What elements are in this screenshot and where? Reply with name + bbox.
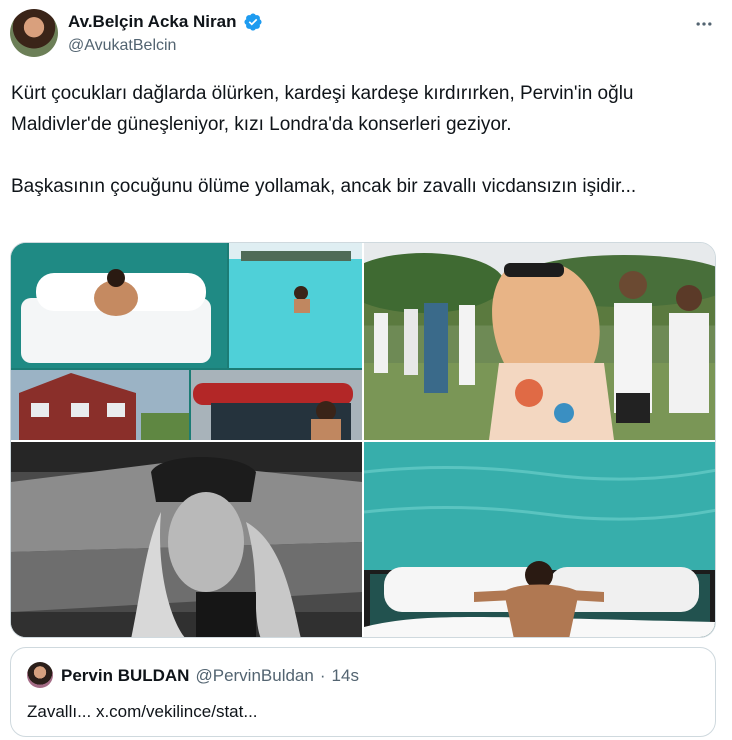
photo-collage-bed-pool-car[interactable] [11, 243, 362, 440]
quoted-author-row: Pervin BULDAN @PervinBuldan · 14s [61, 666, 359, 686]
tweet-paragraph-2: Başkasının çocuğunu ölüme yollamak, anca… [11, 176, 637, 197]
more-options-icon[interactable] [690, 10, 718, 38]
tweet-text: Kürt çocukları dağlarda ölürken, kardeşi… [11, 78, 711, 202]
tweet-card: Av.Belçin Acka Niran @AvukatBelcin Kürt … [0, 0, 732, 740]
tweet-paragraph-1: Kürt çocukları dağlarda ölürken, kardeşi… [11, 83, 634, 135]
quoted-timestamp[interactable]: 14s [332, 666, 359, 686]
author-handle[interactable]: @AvukatBelcin [68, 37, 176, 55]
author-name-row: Av.Belçin Acka Niran [68, 12, 263, 32]
quoted-author-avatar[interactable] [27, 662, 53, 688]
quoted-separator: · [319, 666, 326, 685]
quoted-author-handle[interactable]: @PervinBuldan [195, 666, 313, 686]
photo-man-on-floating-bed[interactable] [364, 442, 715, 637]
quoted-tweet[interactable]: Pervin BULDAN @PervinBuldan · 14s Zavall… [10, 647, 716, 737]
tweet-header: Av.Belçin Acka Niran @AvukatBelcin [0, 0, 732, 72]
verified-badge-icon [243, 13, 262, 31]
author-avatar[interactable] [10, 9, 58, 57]
quoted-author-name[interactable]: Pervin BULDAN [61, 666, 189, 686]
photo-festival-woman-color[interactable] [364, 243, 715, 440]
quoted-tweet-text: Zavallı... x.com/vekilince/stat... [27, 702, 258, 721]
photo-stadium-woman-headdress[interactable] [11, 442, 362, 637]
media-grid [10, 242, 716, 638]
author-display-name[interactable]: Av.Belçin Acka Niran [68, 12, 237, 32]
